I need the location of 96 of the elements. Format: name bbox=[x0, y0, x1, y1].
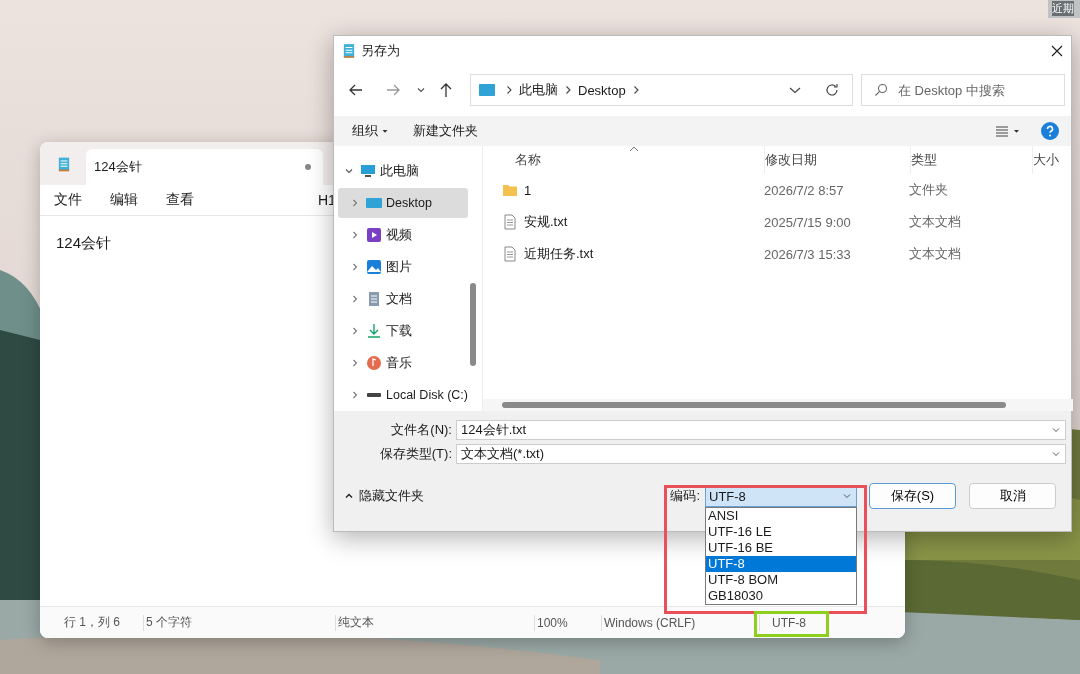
file-type-dropdown[interactable]: 文本文档(*.txt) bbox=[456, 444, 1066, 464]
desktop-icon bbox=[479, 84, 495, 96]
cancel-button[interactable]: 取消 bbox=[969, 483, 1056, 509]
encoding-label: 编码: bbox=[670, 487, 700, 505]
column-header[interactable]: 类型 bbox=[910, 146, 1033, 174]
unsaved-dot-icon bbox=[305, 164, 311, 170]
column-header[interactable]: 修改日期 bbox=[764, 146, 911, 174]
search-field[interactable]: 在 Desktop 中搜索 bbox=[861, 74, 1065, 106]
encoding-option[interactable]: UTF-16 LE bbox=[706, 523, 856, 540]
organize-menu[interactable]: 组织 bbox=[352, 122, 389, 140]
tree-item[interactable]: Local Disk (C:) bbox=[338, 380, 468, 410]
table-cell-text: 文本文档 bbox=[908, 213, 962, 231]
breadcrumb[interactable]: Desktop bbox=[578, 82, 626, 98]
menu-item[interactable]: 查看 bbox=[166, 191, 222, 209]
table-cell-text: 2026/7/3 15:33 bbox=[763, 246, 852, 262]
chevron-right-icon bbox=[505, 85, 513, 95]
document-text: 124会针 bbox=[56, 234, 112, 251]
chevron-right-icon bbox=[564, 85, 572, 95]
field-label: 保存类型(T): bbox=[378, 445, 453, 463]
status-text: 100% bbox=[537, 615, 568, 630]
chevron-icon[interactable] bbox=[350, 326, 360, 336]
status-text: Windows (CRLF) bbox=[604, 615, 696, 630]
chevron-icon[interactable] bbox=[350, 262, 360, 272]
help-icon[interactable] bbox=[1041, 122, 1059, 140]
column-header[interactable]: 名称 bbox=[514, 146, 765, 174]
chevron-icon[interactable] bbox=[350, 294, 360, 304]
folder-icon bbox=[501, 182, 518, 198]
chevron-up-icon bbox=[344, 491, 354, 501]
table-cell-text: 文件夹 bbox=[908, 181, 949, 199]
new-folder-button[interactable]: 新建文件夹 bbox=[413, 122, 478, 140]
up-arrow-icon[interactable] bbox=[438, 82, 454, 98]
tree-item[interactable]: 下载 bbox=[338, 316, 468, 346]
tree-item[interactable]: 音乐 bbox=[338, 348, 468, 378]
dialog-title: 另存为 bbox=[361, 42, 401, 60]
chevron-down-icon[interactable] bbox=[416, 85, 426, 95]
computer-icon bbox=[360, 163, 376, 179]
search-input[interactable]: 在 Desktop 中搜索 bbox=[896, 81, 1060, 99]
table-cell-text: 文本文档 bbox=[908, 245, 962, 263]
status-text: UTF-8 bbox=[772, 615, 806, 630]
chevron-icon[interactable] bbox=[350, 390, 360, 400]
sort-caret-icon bbox=[628, 146, 639, 152]
encoding-option[interactable]: UTF-16 BE bbox=[706, 539, 856, 556]
notepad-tab[interactable]: 124会针 bbox=[86, 149, 323, 185]
file-name[interactable]: 近期任务.txt bbox=[523, 245, 594, 263]
scrollbar-thumb[interactable] bbox=[501, 402, 1006, 408]
save-button[interactable]: 保存(S) bbox=[869, 483, 956, 509]
chevron-right-icon bbox=[631, 85, 640, 95]
text-file-icon bbox=[501, 214, 518, 230]
breadcrumb[interactable]: 此电脑 bbox=[519, 81, 558, 99]
tree-item[interactable]: 此电脑 bbox=[338, 156, 464, 186]
pictures-icon bbox=[366, 259, 382, 275]
heading-button[interactable]: H1 bbox=[318, 192, 336, 208]
music-icon bbox=[366, 355, 382, 371]
status-text: 行 1，列 6 bbox=[64, 614, 120, 631]
text-file-icon bbox=[501, 246, 518, 262]
chevron-down-icon[interactable] bbox=[788, 85, 802, 95]
refresh-icon[interactable] bbox=[824, 82, 840, 98]
documents-icon bbox=[366, 291, 382, 307]
field-label: 文件名(N): bbox=[390, 421, 453, 439]
table-cell-text: 2025/7/15 9:00 bbox=[763, 214, 852, 230]
caret-icon bbox=[381, 127, 389, 135]
column-header[interactable]: 大小 bbox=[1032, 146, 1073, 174]
view-menu-icon[interactable] bbox=[995, 125, 1021, 137]
tree-item[interactable]: 视频 bbox=[338, 220, 468, 250]
encoding-option[interactable]: UTF-8 BOM bbox=[706, 571, 856, 588]
tree-item[interactable]: 图片 bbox=[338, 252, 468, 282]
encoding-option[interactable]: UTF-8 bbox=[706, 555, 856, 572]
address-bar[interactable]: 此电脑 Desktop bbox=[470, 74, 853, 106]
file-name[interactable]: 1 bbox=[523, 182, 532, 198]
status-text: 纯文本 bbox=[338, 614, 374, 631]
video-icon bbox=[366, 227, 382, 243]
menu-item[interactable]: 编辑 bbox=[110, 191, 166, 209]
table-cell-text: 2026/7/2 8:57 bbox=[763, 182, 845, 198]
hide-folders-toggle[interactable]: 隐藏文件夹 bbox=[344, 487, 424, 505]
chevron-icon[interactable] bbox=[344, 166, 354, 176]
chevron-icon[interactable] bbox=[350, 230, 360, 240]
filename-field[interactable]: 124会针.txt bbox=[456, 420, 1066, 440]
encoding-option[interactable]: ANSI bbox=[706, 507, 856, 524]
encoding-option[interactable]: GB18030 bbox=[706, 587, 856, 604]
downloads-icon bbox=[366, 323, 382, 339]
notepad-icon bbox=[58, 156, 70, 173]
chevron-icon[interactable] bbox=[350, 198, 360, 208]
menu-item[interactable]: 文件 bbox=[54, 191, 110, 209]
status-text: 5 个字符 bbox=[146, 614, 192, 631]
forward-arrow-icon[interactable] bbox=[385, 82, 401, 98]
chevron-icon[interactable] bbox=[350, 358, 360, 368]
tree-item[interactable]: Desktop bbox=[338, 188, 468, 218]
close-icon[interactable] bbox=[1051, 45, 1063, 57]
desktop-icon-label[interactable]: 近期 bbox=[1052, 1, 1074, 16]
desktop-icon bbox=[366, 195, 382, 211]
tree-item[interactable]: 文档 bbox=[338, 284, 468, 314]
scrollbar-thumb[interactable] bbox=[469, 283, 476, 366]
file-name[interactable]: 安规.txt bbox=[523, 213, 568, 231]
notepad-icon bbox=[343, 43, 355, 59]
search-icon bbox=[874, 83, 888, 97]
back-arrow-icon[interactable] bbox=[348, 82, 364, 98]
